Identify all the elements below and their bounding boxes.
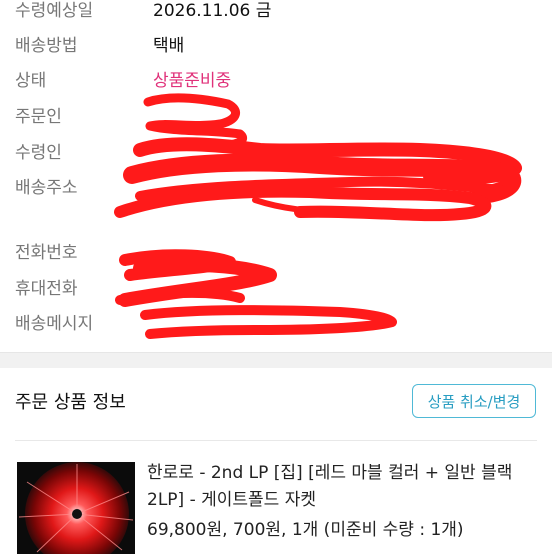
label-recipient: 수령인 — [15, 142, 62, 163]
row-phone: 전화번호 — [15, 235, 153, 265]
product-name[interactable]: 한로로 - 2nd LP [집] [레드 마블 컬러 + 일반 블랙 2LP] … — [147, 460, 539, 514]
album-cover-red-burst-icon[interactable] — [17, 462, 135, 554]
label-phone: 전화번호 — [15, 242, 78, 263]
label-mobile: 휴대전화 — [15, 278, 78, 299]
label-address: 배송주소 — [15, 177, 78, 198]
row-delivery-message: 배송메시지 — [15, 306, 153, 336]
product-price-line: 69,800원, 700원, 1개 (미준비 수량 : 1개) — [147, 520, 464, 540]
row-shipping-method: 배송방법 택배 — [15, 28, 184, 58]
row-orderer: 주문인 — [15, 99, 153, 129]
value-status: 상품준비중 — [153, 70, 232, 91]
order-products-title: 주문 상품 정보 — [15, 392, 126, 413]
row-mobile: 휴대전화 — [15, 271, 153, 301]
value-shipping-method: 택배 — [153, 35, 185, 56]
label-delivery-message: 배송메시지 — [15, 313, 94, 334]
label-orderer: 주문인 — [15, 106, 62, 127]
title-separator — [15, 440, 537, 441]
row-recipient: 수령인 — [15, 135, 153, 165]
row-status: 상태 상품준비중 — [15, 63, 231, 93]
label-expected-date: 수령예상일 — [15, 0, 94, 21]
row-address: 배송주소 — [15, 170, 153, 200]
label-shipping-method: 배송방법 — [15, 35, 78, 56]
value-expected-date: 2026.11.06 금 — [153, 0, 272, 21]
order-info-section: 수령예상일 2026.11.06 금 배송방법 택배 상태 상품준비중 주문인 … — [0, 0, 552, 352]
label-status: 상태 — [15, 70, 47, 91]
section-divider — [0, 352, 552, 369]
cancel-change-button[interactable]: 상품 취소/변경 — [412, 384, 536, 418]
row-expected-date: 수령예상일 2026.11.06 금 — [15, 0, 271, 23]
